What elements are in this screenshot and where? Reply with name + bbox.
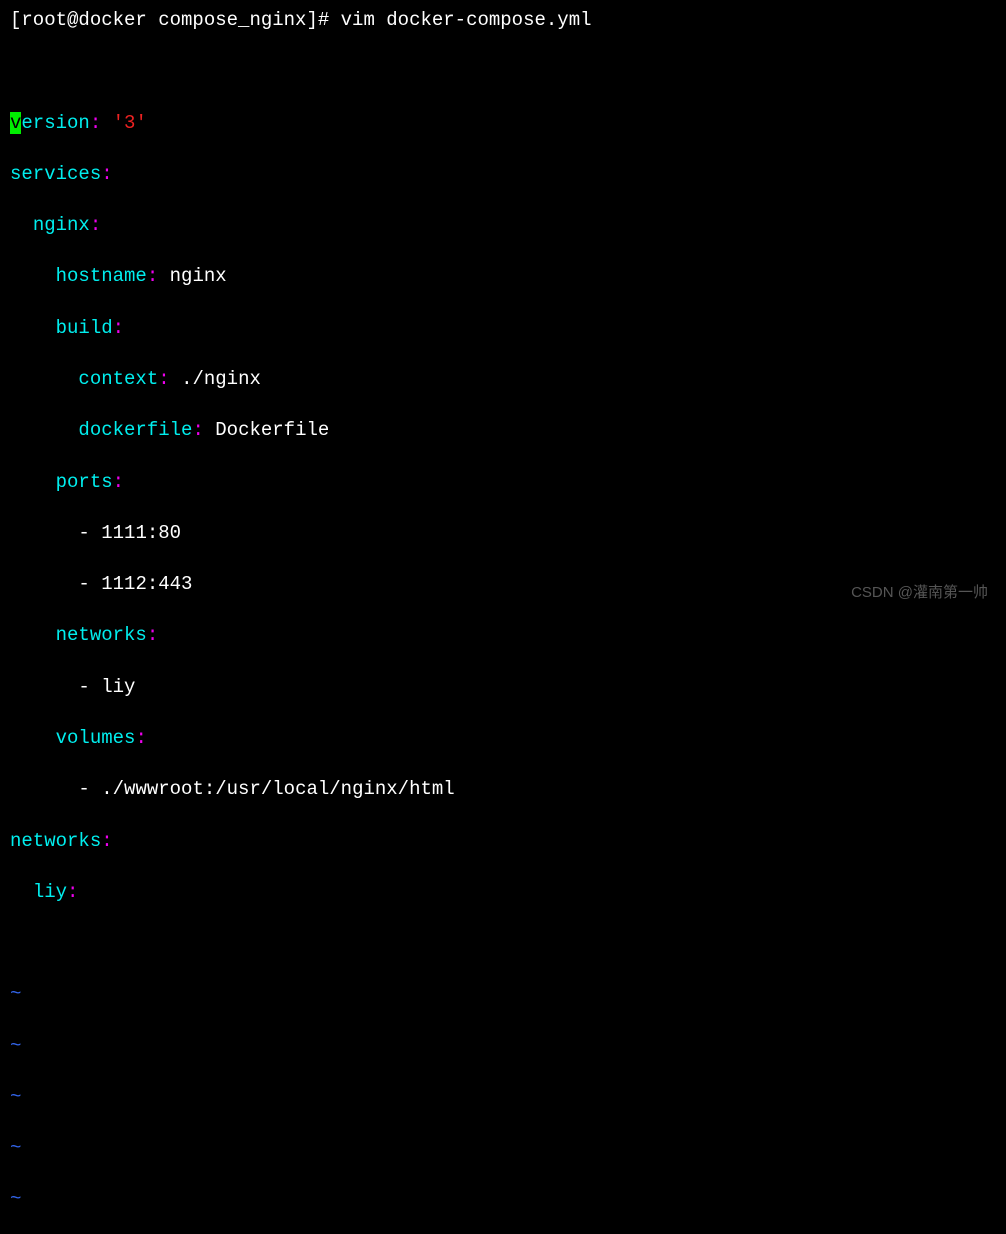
- tilde-icon: ~: [10, 1188, 21, 1210]
- hostname-value: nginx: [170, 265, 227, 287]
- vim-tilde-line: ~: [10, 1085, 996, 1111]
- yaml-volume1-line: - ./wwwroot:/usr/local/nginx/html: [10, 777, 996, 803]
- yaml-nginx-line: nginx:: [10, 213, 996, 239]
- volumes-key: volumes: [56, 727, 136, 749]
- yaml-volumes-line: volumes:: [10, 726, 996, 752]
- colon: :: [113, 471, 124, 493]
- yaml-hostname-line: hostname: nginx: [10, 264, 996, 290]
- yaml-networks-line: networks:: [10, 623, 996, 649]
- yaml-liy-line: liy:: [10, 880, 996, 906]
- port1-value: 1111:80: [101, 522, 181, 544]
- dash: -: [78, 573, 101, 595]
- colon: :: [158, 368, 169, 390]
- colon: :: [192, 419, 203, 441]
- colon: :: [101, 163, 112, 185]
- vim-tilde-line: ~: [10, 1187, 996, 1213]
- colon: :: [113, 317, 124, 339]
- services-key: services: [10, 163, 101, 185]
- build-key: build: [56, 317, 113, 339]
- tilde-icon: ~: [10, 983, 21, 1005]
- networks-key: networks: [56, 624, 147, 646]
- colon: :: [101, 830, 112, 852]
- vim-tilde-line: ~: [10, 982, 996, 1008]
- colon: :: [135, 727, 146, 749]
- shell-prompt: [root@docker compose_nginx]#: [10, 9, 341, 31]
- blank-line: [10, 59, 996, 85]
- yaml-port2-line: - 1112:443: [10, 572, 996, 598]
- network1-value: liy: [101, 676, 135, 698]
- dash: -: [78, 778, 101, 800]
- ports-key: ports: [56, 471, 113, 493]
- colon: :: [90, 112, 101, 134]
- cursor: v: [10, 112, 21, 134]
- dash: -: [78, 522, 101, 544]
- watermark: CSDN @灌南第一帅: [851, 583, 988, 603]
- yaml-network1-line: - liy: [10, 675, 996, 701]
- yaml-context-line: context: ./nginx: [10, 367, 996, 393]
- top-networks-key: networks: [10, 830, 101, 852]
- colon: :: [147, 265, 158, 287]
- shell-prompt-line: [root@docker compose_nginx]# vim docker-…: [10, 8, 996, 34]
- yaml-ports-line: ports:: [10, 470, 996, 496]
- colon: :: [90, 214, 101, 236]
- blank-line: [10, 931, 996, 957]
- hostname-key: hostname: [56, 265, 147, 287]
- dockerfile-value: Dockerfile: [215, 419, 329, 441]
- volume1-value: ./wwwroot:/usr/local/nginx/html: [101, 778, 454, 800]
- yaml-dockerfile-line: dockerfile: Dockerfile: [10, 418, 996, 444]
- nginx-key: nginx: [33, 214, 90, 236]
- liy-key: liy: [33, 881, 67, 903]
- vim-tilde-line: ~: [10, 1136, 996, 1162]
- context-value: ./nginx: [181, 368, 261, 390]
- dockerfile-key: dockerfile: [78, 419, 192, 441]
- yaml-port1-line: - 1111:80: [10, 521, 996, 547]
- vim-tilde-line: ~: [10, 1034, 996, 1060]
- colon: :: [67, 881, 78, 903]
- yaml-services-line: services:: [10, 162, 996, 188]
- port2-value: 1112:443: [101, 573, 192, 595]
- dash: -: [78, 676, 101, 698]
- version-value: '3': [113, 112, 147, 134]
- tilde-icon: ~: [10, 1035, 21, 1057]
- context-key: context: [78, 368, 158, 390]
- tilde-icon: ~: [10, 1137, 21, 1159]
- yaml-version-line: version: '3': [10, 111, 996, 137]
- shell-command: vim docker-compose.yml: [341, 9, 592, 31]
- terminal-content[interactable]: [root@docker compose_nginx]# vim docker-…: [10, 8, 996, 1234]
- version-key: ersion: [21, 112, 89, 134]
- yaml-top-networks-line: networks:: [10, 829, 996, 855]
- tilde-icon: ~: [10, 1086, 21, 1108]
- yaml-build-line: build:: [10, 316, 996, 342]
- colon: :: [147, 624, 158, 646]
